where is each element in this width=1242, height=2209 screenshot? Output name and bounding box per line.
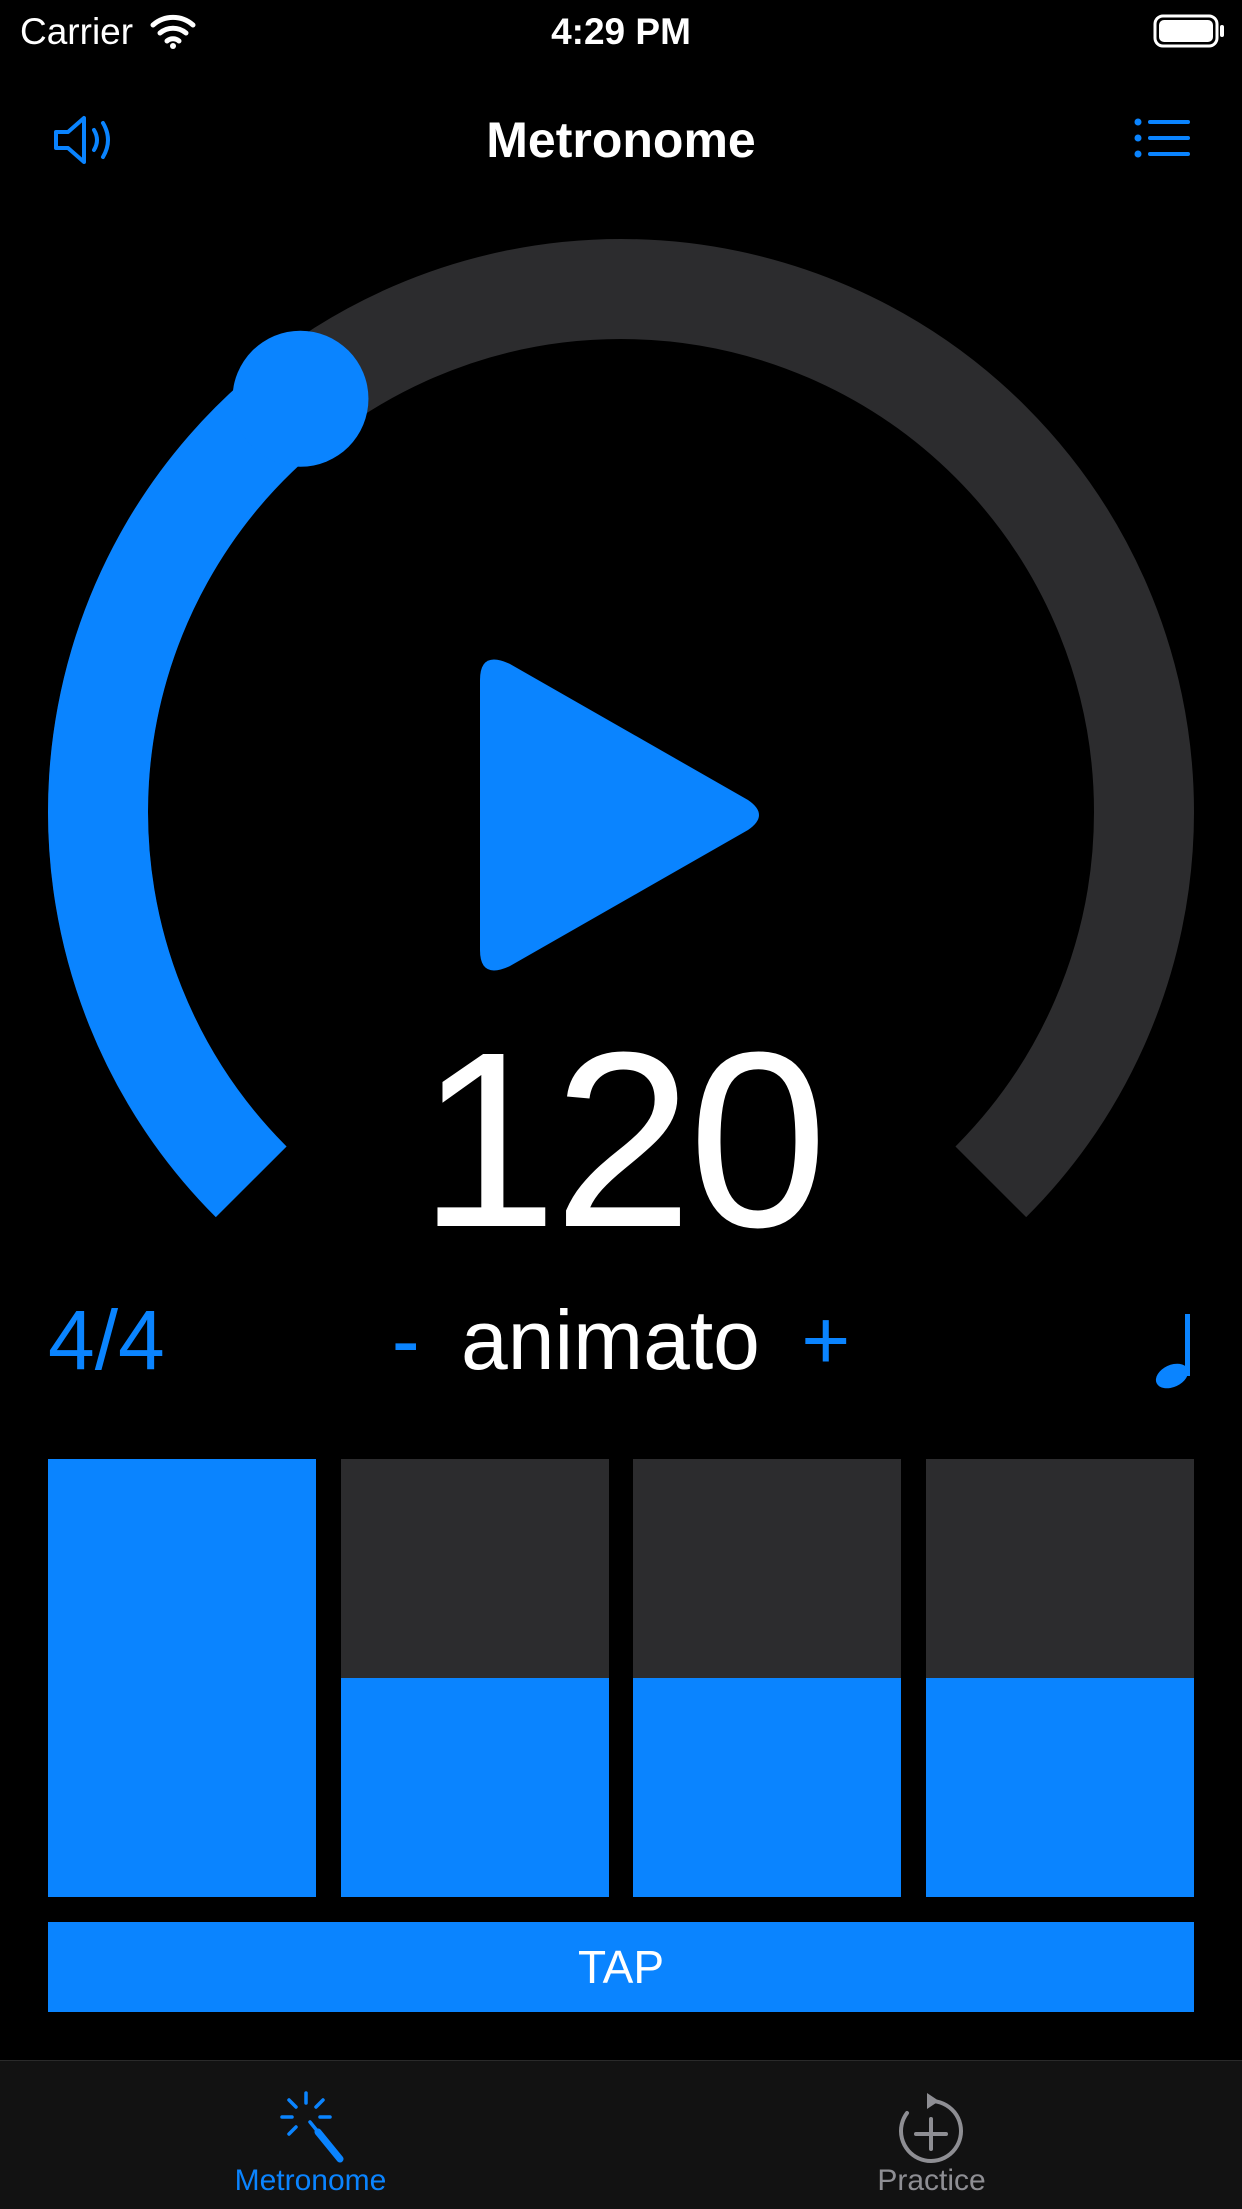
bpm-value: 120 [418,1000,827,1279]
dial-knob[interactable] [232,330,369,467]
magic-wand-icon [280,2091,344,2163]
list-icon[interactable] [1130,108,1200,172]
battery-icon [1153,14,1224,48]
beat-bar-1[interactable] [48,1459,316,1897]
beat-bar-3[interactable] [633,1459,901,1897]
beat-bar-4[interactable] [926,1459,1194,1897]
tempo-plus-button[interactable]: + [783,1290,868,1390]
tempo-name: animato [461,1293,760,1387]
tab-metronome[interactable]: Metronome [0,2061,621,2209]
tempo-minus-button[interactable]: - [374,1290,438,1390]
tap-button[interactable]: TAP [48,1922,1194,2012]
quarter-note-icon[interactable] [1152,1310,1202,1390]
tempo-row: - animato + [0,1290,1242,1390]
tab-practice[interactable]: Practice [621,2061,1242,2209]
beat-bar-2[interactable] [341,1459,609,1897]
beat-level [926,1678,1194,1897]
beat-level [48,1459,316,1897]
tab-label-metronome: Metronome [234,2164,387,2197]
beat-level [633,1678,901,1897]
play-icon[interactable] [470,650,770,980]
timer-plus-icon [899,2093,963,2163]
beat-level [341,1678,609,1897]
clock-time: 4:29 PM [551,11,691,52]
page-title: Metronome [486,112,756,168]
tab-label-practice: Practice [877,2164,986,2197]
tab-bar: Metronome Practice [0,2060,1242,2209]
